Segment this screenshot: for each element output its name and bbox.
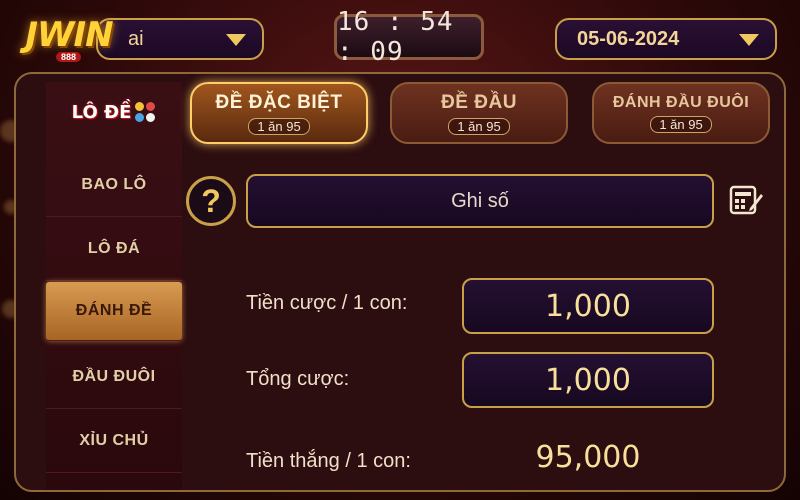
sidebar-item-label: XỈU CHỦ <box>79 432 149 449</box>
number-input[interactable]: Ghi số <box>246 174 714 228</box>
tab-odds: 1 ăn 95 <box>248 117 310 135</box>
sidebar-item-danh-de[interactable]: ĐÁNH ĐỀ <box>46 282 182 341</box>
sidebar-item-dau-duoi[interactable]: ĐẦU ĐUÔI <box>46 346 182 409</box>
date-select[interactable]: 05-06-2024 <box>555 18 777 60</box>
clock-time: 16 : 54 : 09 <box>337 7 454 67</box>
win-per-unit-label: Tiền thắng / 1 con: <box>246 450 411 472</box>
tab-label: ĐỀ ĐẦU <box>441 91 517 113</box>
logo-text: JWIN <box>25 15 113 55</box>
tab-odds: 1 ăn 95 <box>448 117 510 135</box>
sidebar-item-label: ĐẦU ĐUÔI <box>72 368 156 385</box>
panel-brand-text: LÔ ĐỀ <box>71 101 132 123</box>
tab-odds: 1 ăn 95 <box>650 115 712 133</box>
number-input-placeholder: Ghi số <box>451 189 509 212</box>
total-bet-label: Tổng cược: <box>246 368 350 390</box>
total-bet-display: 1,000 <box>462 352 714 408</box>
tab-de-dau[interactable]: ĐỀ ĐẦU 1 ăn 95 <box>390 82 568 144</box>
question-icon[interactable]: ? <box>186 176 236 226</box>
tab-de-dac-biet[interactable]: ĐỀ ĐẶC BIỆT 1 ăn 95 <box>190 82 368 144</box>
app-logo: JWIN 888 <box>10 4 128 66</box>
tab-label: ĐÁNH ĐẦU ĐUÔI <box>612 93 750 111</box>
sidebar-item-bao-lo[interactable]: BAO LÔ <box>46 154 182 217</box>
chevron-down-icon <box>739 34 759 46</box>
region-select-value: ai <box>128 27 144 50</box>
date-select-value: 05-06-2024 <box>577 27 680 50</box>
logo-sub: 888 <box>56 52 82 62</box>
sidebar: LÔ ĐỀ BAO LÔ LÔ ĐÁ ĐÁNH ĐỀ ĐẦU ĐUÔI XỈU … <box>46 82 182 490</box>
chevron-down-icon <box>226 34 246 46</box>
bet-per-unit-input[interactable]: 1,000 <box>462 278 714 334</box>
lottery-balls-icon <box>134 101 156 123</box>
tab-danh-dau-duoi[interactable]: ĐÁNH ĐẦU ĐUÔI 1 ăn 95 <box>592 82 770 144</box>
bet-per-unit-label: Tiền cược / 1 con: <box>246 292 408 314</box>
win-per-unit-value: 95,000 <box>535 440 641 475</box>
calculator-edit-icon[interactable] <box>728 182 764 218</box>
panel-brand: LÔ ĐỀ <box>54 82 174 142</box>
sidebar-item-label: LÔ ĐÁ <box>87 240 141 257</box>
sidebar-item-label: BAO LÔ <box>81 176 147 193</box>
bet-per-unit-value: 1,000 <box>545 288 631 324</box>
total-bet-value: 1,000 <box>545 362 631 398</box>
sidebar-item-xiu-chu[interactable]: XỈU CHỦ <box>46 410 182 473</box>
countdown-clock: 16 : 54 : 09 <box>334 7 484 67</box>
sidebar-item-label: ĐÁNH ĐỀ <box>75 302 153 319</box>
sidebar-item-lo-da[interactable]: LÔ ĐÁ <box>46 218 182 281</box>
tab-label: ĐỀ ĐẶC BIỆT <box>215 91 343 113</box>
